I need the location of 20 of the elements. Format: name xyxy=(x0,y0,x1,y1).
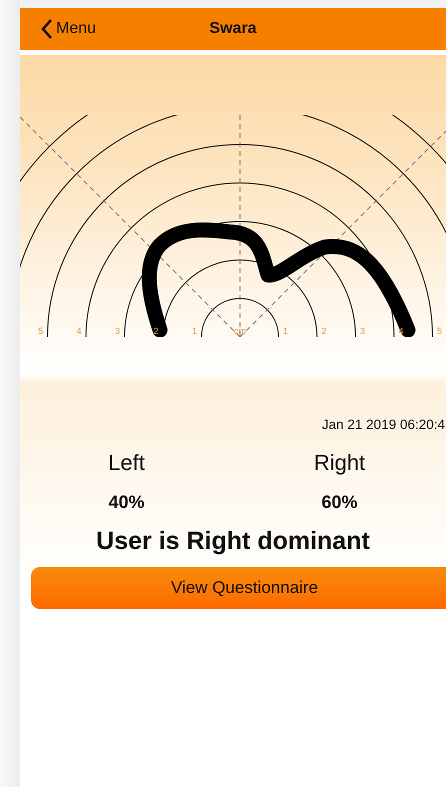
back-button[interactable]: Menu xyxy=(20,18,96,40)
axis-unit-label: cm xyxy=(234,326,246,336)
axis-tick-label: 1 xyxy=(192,326,197,336)
dominance-result: User is Right dominant xyxy=(95,527,371,556)
side-label: Right xyxy=(314,450,366,476)
side-percent: 40% xyxy=(108,492,145,513)
axis-tick-label: 5 xyxy=(38,326,43,336)
side-percent: 60% xyxy=(321,492,358,513)
screen-title: Swara xyxy=(209,20,257,38)
axis-tick-label: 2 xyxy=(322,326,326,336)
timestamp: Jan 21 2019 06:20:4 xyxy=(322,417,445,432)
view-questionnaire-button[interactable]: View Questionnaire xyxy=(31,567,446,609)
axis-tick-label: 2 xyxy=(154,326,158,336)
chevron-left-icon xyxy=(40,18,54,40)
side-label: Left xyxy=(108,450,145,476)
axis-tick-label: 5 xyxy=(437,326,442,336)
axis-tick-label: 1 xyxy=(283,326,288,336)
axis-tick-label: 3 xyxy=(360,326,365,336)
axis-tick-label: 3 xyxy=(115,326,120,336)
axis-tick-label: 4 xyxy=(76,326,82,336)
